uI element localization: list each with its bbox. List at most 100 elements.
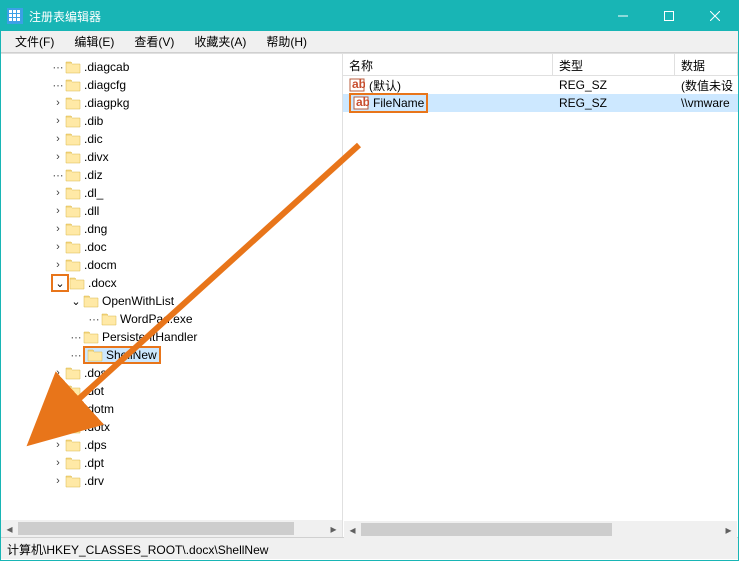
list-row[interactable]: abFileNameREG_SZ\\vmware <box>343 94 738 112</box>
scroll-track[interactable] <box>18 520 325 537</box>
tree-item[interactable]: ⋯ PersistentHandler <box>1 328 342 346</box>
values-pane: 名称 类型 数据 ab(默认)REG_SZ(数值未设abFileNameREG_… <box>343 54 738 537</box>
folder-icon <box>65 114 81 128</box>
tree-item[interactable]: › .divx <box>1 148 342 166</box>
menu-view[interactable]: 查看(V) <box>124 31 184 52</box>
folder-icon <box>87 348 103 362</box>
menu-favorites[interactable]: 收藏夹(A) <box>184 31 256 52</box>
scroll-thumb[interactable] <box>361 523 612 536</box>
tree-leaf-icon: ⋯ <box>69 331 83 344</box>
chevron-right-icon[interactable]: › <box>51 259 65 271</box>
list-row[interactable]: ab(默认)REG_SZ(数值未设 <box>343 76 738 94</box>
value-type: REG_SZ <box>553 78 675 92</box>
folder-icon <box>65 60 81 74</box>
scroll-right-icon[interactable]: ▸ <box>720 521 737 537</box>
menu-help[interactable]: 帮助(H) <box>256 31 317 52</box>
folder-icon <box>65 438 81 452</box>
chevron-right-icon[interactable]: › <box>51 367 65 379</box>
folder-icon <box>83 330 99 344</box>
chevron-right-icon[interactable]: › <box>51 475 65 487</box>
window-title: 注册表编辑器 <box>29 8 600 25</box>
chevron-right-icon[interactable]: › <box>51 151 65 163</box>
tree-item[interactable]: › .dib <box>1 112 342 130</box>
maximize-button[interactable] <box>646 1 692 31</box>
menubar: 文件(F) 编辑(E) 查看(V) 收藏夹(A) 帮助(H) <box>1 31 738 53</box>
chevron-right-icon[interactable]: › <box>51 403 65 415</box>
close-button[interactable] <box>692 1 738 31</box>
folder-icon <box>65 402 81 416</box>
chevron-right-icon[interactable]: › <box>51 97 65 109</box>
tree-item[interactable]: › .dps <box>1 436 342 454</box>
tree-item[interactable]: › .dll <box>1 202 342 220</box>
tree-item-label: .diagcab <box>84 60 129 74</box>
tree-item-label: .dpt <box>84 456 104 470</box>
tree-item[interactable]: ⋯ ShellNew <box>1 346 342 364</box>
scroll-track[interactable] <box>361 521 720 537</box>
tree-item[interactable]: › .doc <box>1 238 342 256</box>
folder-icon <box>65 222 81 236</box>
tree-item[interactable]: › .drv <box>1 472 342 490</box>
tree-item[interactable]: › .dot <box>1 382 342 400</box>
chevron-right-icon[interactable]: › <box>51 115 65 127</box>
chevron-down-icon[interactable]: ⌄ <box>69 295 83 308</box>
tree-item[interactable]: › .dotm <box>1 400 342 418</box>
tree-item-label: ShellNew <box>106 348 157 362</box>
tree-item-label: .diagpkg <box>84 96 129 110</box>
column-header-type[interactable]: 类型 <box>553 54 675 75</box>
tree-item[interactable]: ⋯ WordPad.exe <box>1 310 342 328</box>
tree-item[interactable]: ⌄ OpenWithList <box>1 292 342 310</box>
menu-edit[interactable]: 编辑(E) <box>64 31 124 52</box>
chevron-right-icon[interactable]: › <box>51 187 65 199</box>
chevron-right-icon[interactable]: › <box>51 223 65 235</box>
tree-item[interactable]: › .dic <box>1 130 342 148</box>
tree-leaf-icon: ⋯ <box>87 313 101 326</box>
chevron-right-icon[interactable]: › <box>51 241 65 253</box>
tree-item-label: .doc <box>84 240 107 254</box>
tree-item[interactable]: › .diagpkg <box>1 94 342 112</box>
status-path: 计算机\HKEY_CLASSES_ROOT\.docx\ShellNew <box>7 543 268 557</box>
chevron-right-icon[interactable]: › <box>51 457 65 469</box>
scroll-right-icon[interactable]: ▸ <box>325 520 342 537</box>
tree-item[interactable]: › .dos <box>1 364 342 382</box>
tree-item[interactable]: › .dl_ <box>1 184 342 202</box>
chevron-right-icon[interactable]: › <box>51 421 65 433</box>
chevron-right-icon[interactable]: › <box>51 205 65 217</box>
tree-item[interactable]: ⋯ .diz <box>1 166 342 184</box>
tree-item-label: .diz <box>84 168 103 182</box>
folder-icon <box>65 366 81 380</box>
scroll-left-icon[interactable]: ◂ <box>1 520 18 537</box>
tree-item-label: .drv <box>84 474 104 488</box>
tree-item-label: WordPad.exe <box>120 312 193 326</box>
tree-item[interactable]: › .dpt <box>1 454 342 472</box>
tree-item-label: .docm <box>84 258 117 272</box>
scroll-left-icon[interactable]: ◂ <box>344 521 361 537</box>
tree-item[interactable]: ⋯ .diagcfg <box>1 76 342 94</box>
tree-item[interactable]: › .dotx <box>1 418 342 436</box>
tree-item[interactable]: ⌄ .docx <box>1 274 342 292</box>
tree-hscrollbar[interactable]: ◂ ▸ <box>1 520 342 537</box>
chevron-right-icon[interactable]: › <box>51 439 65 451</box>
svg-text:ab: ab <box>356 95 369 109</box>
chevron-down-icon[interactable]: ⌄ <box>53 277 67 290</box>
registry-tree[interactable]: ⋯ .diagcab⋯ .diagcfg› .diagpkg› .dib› .d… <box>1 54 342 537</box>
folder-icon <box>65 240 81 254</box>
chevron-right-icon[interactable]: › <box>51 133 65 145</box>
tree-item[interactable]: › .dng <box>1 220 342 238</box>
folder-icon <box>65 150 81 164</box>
tree-item-label: .dic <box>84 132 103 146</box>
folder-icon <box>83 294 99 308</box>
tree-item[interactable]: ⋯ .diagcab <box>1 58 342 76</box>
chevron-right-icon[interactable]: › <box>51 385 65 397</box>
scroll-thumb[interactable] <box>18 522 294 535</box>
column-header-name[interactable]: 名称 <box>343 54 553 75</box>
values-list[interactable]: ab(默认)REG_SZ(数值未设abFileNameREG_SZ\\vmwar… <box>343 76 738 112</box>
minimize-button[interactable] <box>600 1 646 31</box>
tree-item[interactable]: › .docm <box>1 256 342 274</box>
column-header-data[interactable]: 数据 <box>675 54 738 75</box>
folder-icon <box>101 312 117 326</box>
folder-icon <box>65 384 81 398</box>
list-header: 名称 类型 数据 <box>343 54 738 76</box>
list-hscrollbar[interactable]: ◂ ▸ <box>344 521 737 537</box>
tree-item-label: .divx <box>84 150 109 164</box>
menu-file[interactable]: 文件(F) <box>5 31 64 52</box>
